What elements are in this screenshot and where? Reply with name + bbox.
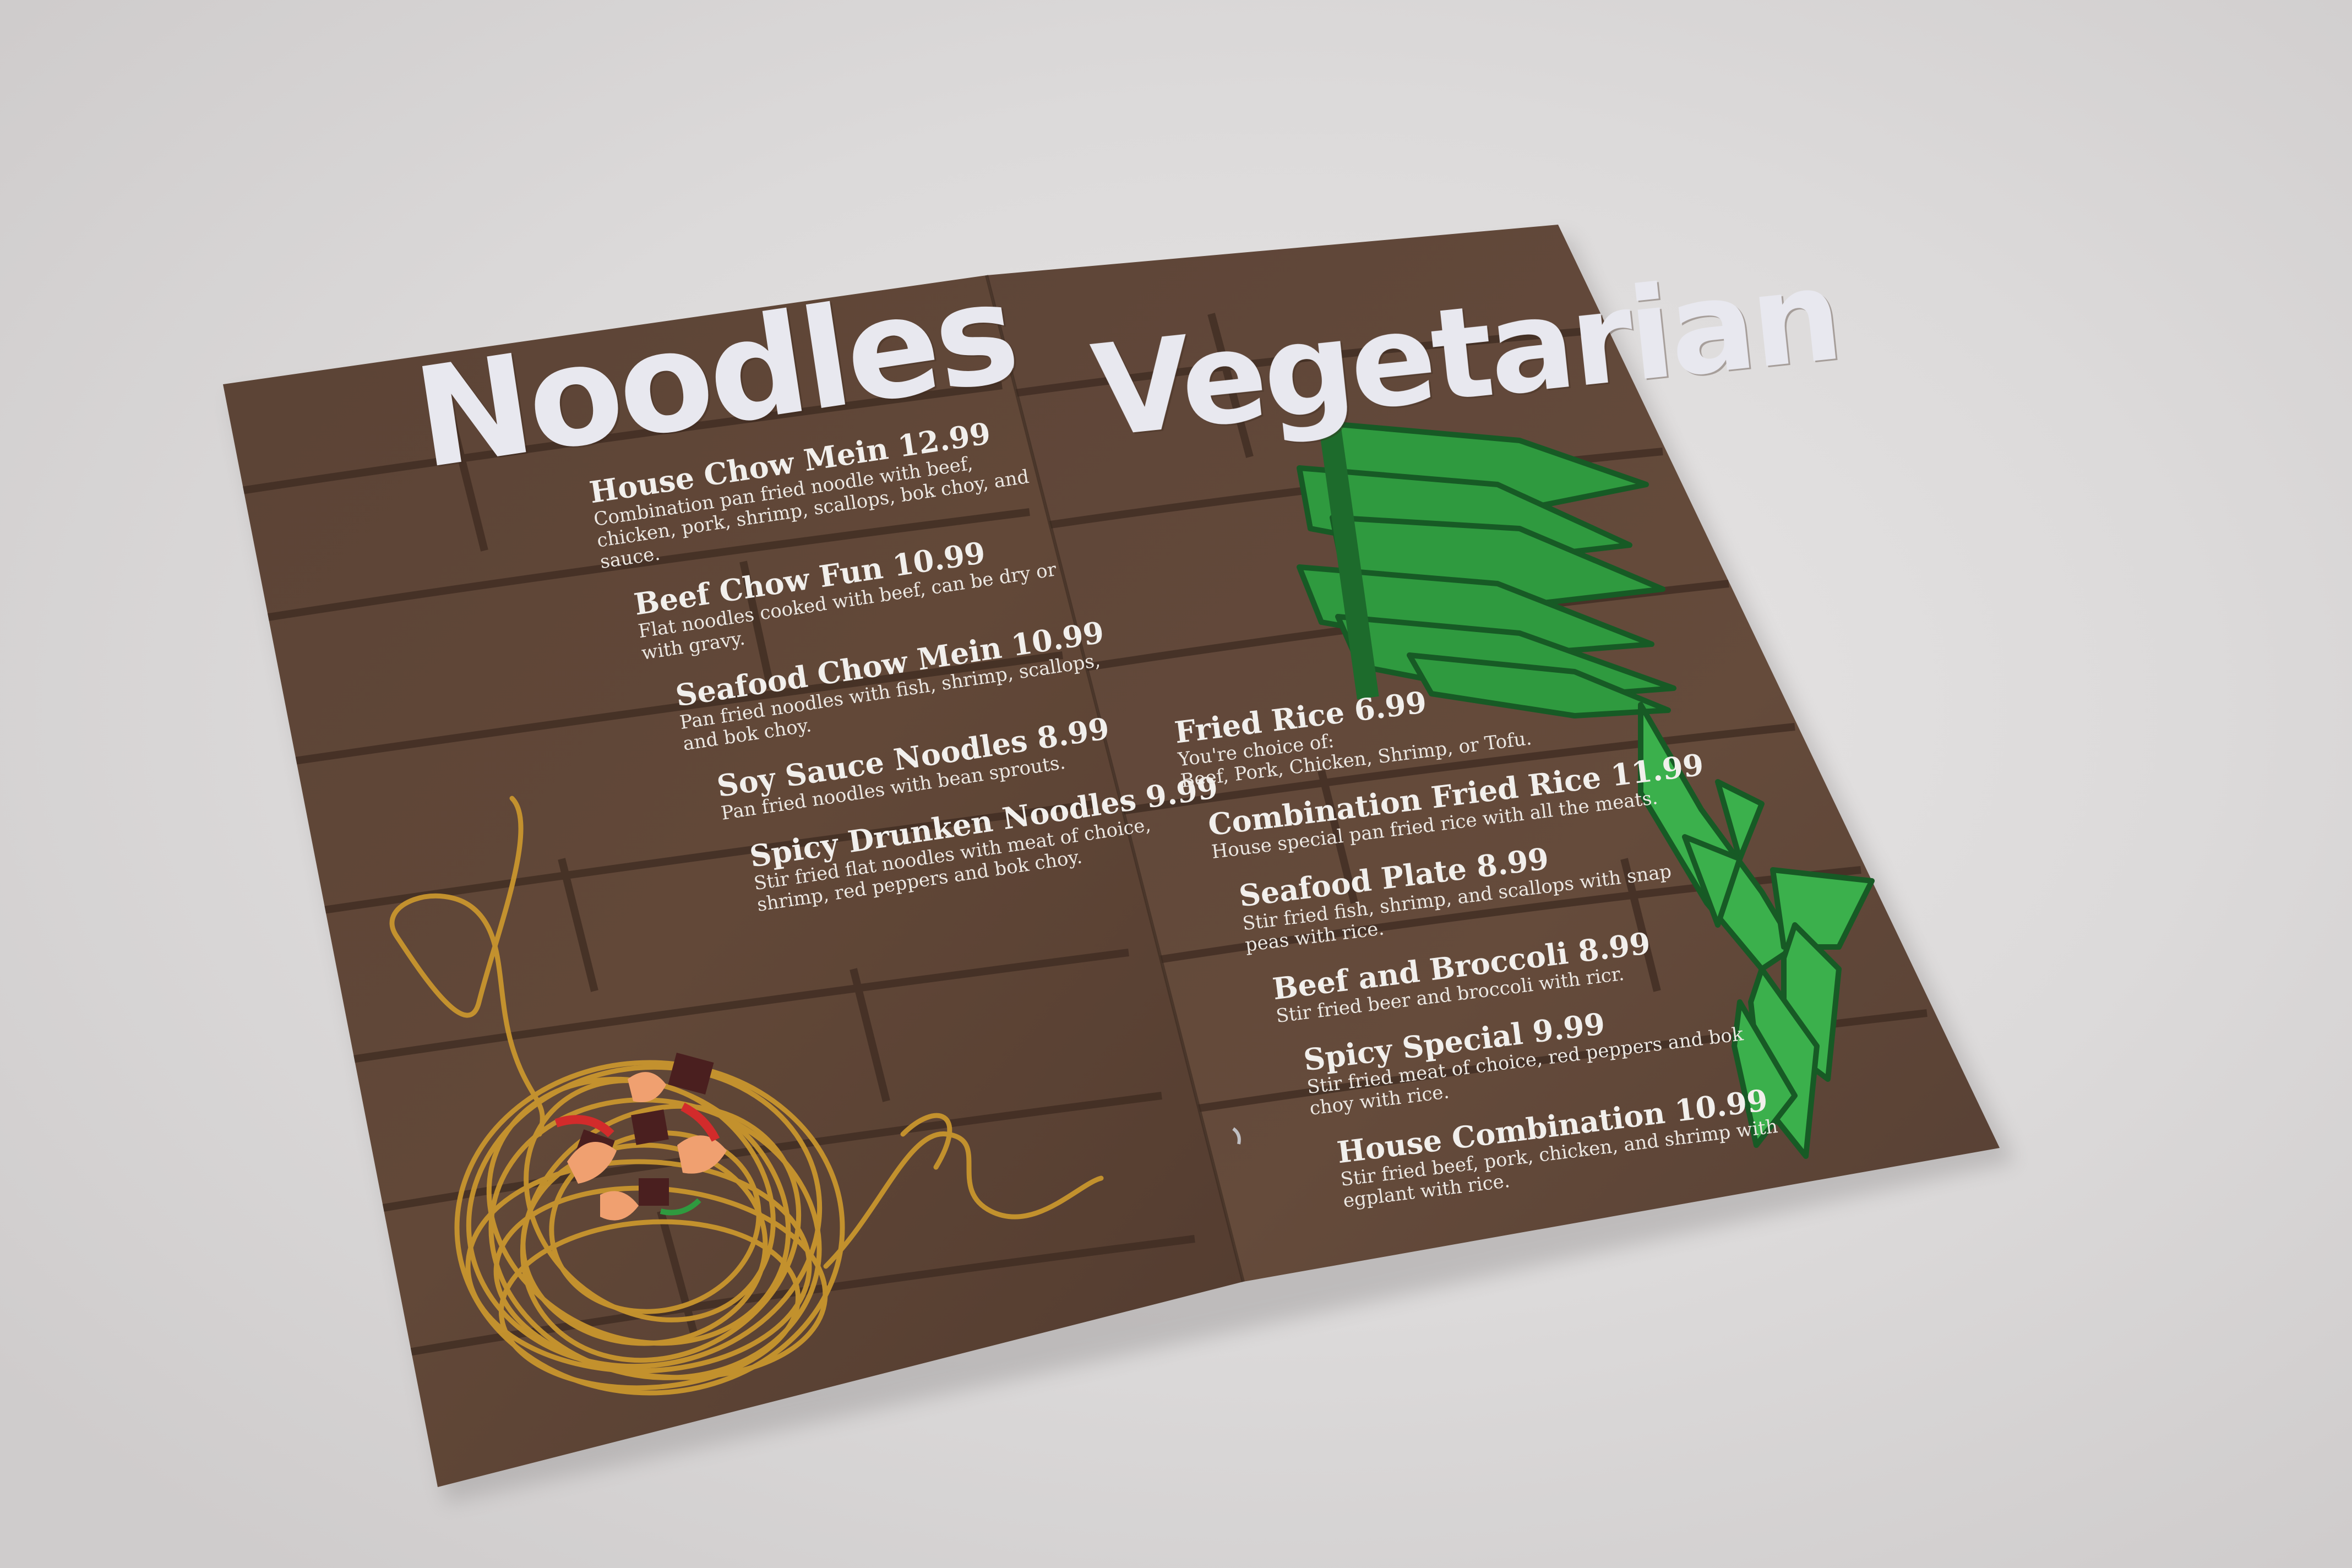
vegetarian-menu-list: Fried Rice 6.99 You're choice of: Beef, …	[1173, 649, 1782, 1226]
right-page-content: Fried Rice 6.99 You're choice of: Beef, …	[1173, 602, 2166, 1244]
noodles-menu-list: House Chow Mein 12.99 Combination pan fr…	[587, 394, 1221, 932]
